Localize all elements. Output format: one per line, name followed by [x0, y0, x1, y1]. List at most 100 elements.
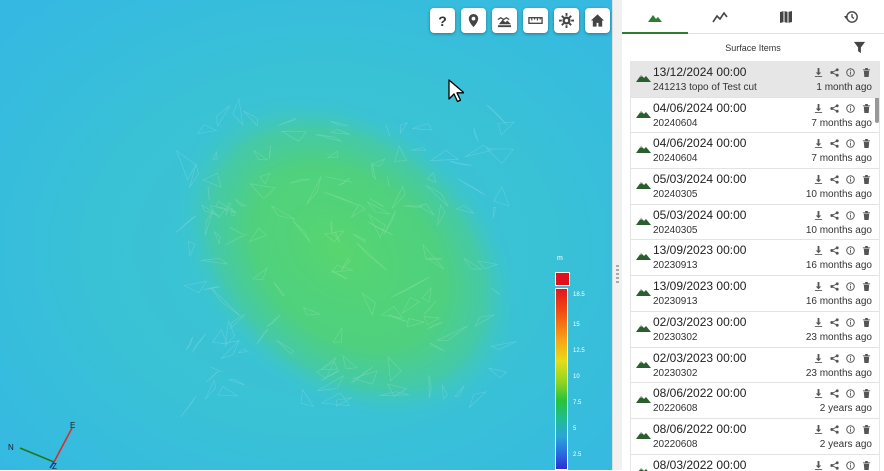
list-item[interactable]: 05/03/2024 00:00 20240305 10 months ago: [631, 205, 879, 241]
delete-icon[interactable]: [862, 246, 871, 255]
share-icon[interactable]: [830, 282, 839, 291]
info-icon[interactable]: [846, 389, 855, 398]
share-icon[interactable]: [830, 175, 839, 184]
terrain-facet: [181, 396, 196, 417]
item-date: 05/03/2024 00:00: [653, 172, 746, 186]
gear-icon: [559, 13, 574, 28]
tab-history[interactable]: [819, 0, 884, 33]
list-item[interactable]: 02/03/2023 00:00 20230302 23 months ago: [631, 348, 879, 384]
list-item[interactable]: 04/06/2024 00:00 20240604 7 months ago: [631, 98, 879, 134]
item-actions: [814, 425, 871, 434]
mountain-icon: [636, 286, 651, 296]
share-icon[interactable]: [830, 461, 839, 470]
panel-tabs: [622, 0, 884, 34]
delete-icon[interactable]: [862, 68, 871, 77]
download-icon[interactable]: [814, 246, 823, 255]
item-age: 23 months ago: [806, 332, 872, 343]
share-icon[interactable]: [830, 354, 839, 363]
share-icon[interactable]: [830, 139, 839, 148]
measure-button[interactable]: [523, 8, 548, 33]
item-actions: [814, 104, 871, 113]
terrain-facet: [193, 333, 206, 352]
mountain-icon: [647, 10, 663, 24]
share-icon[interactable]: [830, 425, 839, 434]
info-icon[interactable]: [846, 246, 855, 255]
legend-tick: 15: [573, 322, 580, 328]
info-icon[interactable]: [846, 211, 855, 220]
home-button[interactable]: [585, 8, 610, 33]
share-icon[interactable]: [830, 211, 839, 220]
list-item[interactable]: 13/09/2023 00:00 20230913 16 months ago: [631, 276, 879, 312]
download-icon[interactable]: [814, 211, 823, 220]
list-item[interactable]: 13/12/2024 00:00 241213 topo of Test cut…: [631, 62, 879, 98]
download-icon[interactable]: [814, 104, 823, 113]
download-icon[interactable]: [814, 389, 823, 398]
layers-button[interactable]: [492, 8, 517, 33]
download-icon[interactable]: [814, 461, 823, 470]
mountain-icon: [636, 393, 651, 403]
item-age: 23 months ago: [806, 368, 872, 379]
tab-profile[interactable]: [688, 0, 754, 33]
info-icon[interactable]: [846, 282, 855, 291]
delete-icon[interactable]: [862, 139, 871, 148]
delete-icon[interactable]: [862, 175, 871, 184]
info-icon[interactable]: [846, 104, 855, 113]
delete-icon[interactable]: [862, 389, 871, 398]
legend-unit: m: [557, 255, 563, 262]
map-toolbar: ?: [430, 8, 610, 33]
list-item[interactable]: 08/06/2022 00:00 20220608 2 years ago: [631, 383, 879, 419]
location-pin-icon: [466, 13, 481, 28]
delete-icon[interactable]: [862, 211, 871, 220]
share-icon[interactable]: [830, 389, 839, 398]
delete-icon[interactable]: [862, 318, 871, 327]
download-icon[interactable]: [814, 318, 823, 327]
list-item[interactable]: 08/03/2022 00:00: [631, 455, 879, 471]
share-icon[interactable]: [830, 318, 839, 327]
info-icon[interactable]: [846, 354, 855, 363]
list-item[interactable]: 04/06/2024 00:00 20240604 7 months ago: [631, 133, 879, 169]
share-icon[interactable]: [830, 246, 839, 255]
item-name: 241213 topo of Test cut: [653, 82, 757, 93]
delete-icon[interactable]: [862, 104, 871, 113]
list-item[interactable]: 05/03/2024 00:00 20240305 10 months ago: [631, 169, 879, 205]
item-actions: [814, 139, 871, 148]
delete-icon[interactable]: [862, 354, 871, 363]
download-icon[interactable]: [814, 425, 823, 434]
list-item[interactable]: 08/06/2022 00:00 20220608 2 years ago: [631, 419, 879, 455]
item-actions: [814, 318, 871, 327]
legend-color-bar: [555, 288, 568, 470]
item-age: 7 months ago: [811, 153, 872, 164]
splitter-grip[interactable]: [616, 265, 619, 283]
legend-tick: 10: [573, 374, 580, 380]
location-button[interactable]: [461, 8, 486, 33]
delete-icon[interactable]: [862, 425, 871, 434]
mountain-icon: [636, 215, 651, 225]
list-item[interactable]: 02/03/2023 00:00 20230302 23 months ago: [631, 312, 879, 348]
list-item[interactable]: 13/09/2023 00:00 20230913 16 months ago: [631, 240, 879, 276]
terrain-facet: [494, 187, 509, 207]
info-icon[interactable]: [846, 68, 855, 77]
map-viewport[interactable]: ? m 18.5 15 12.5 10 7.5 5 2.5: [0, 0, 612, 470]
item-name: 20240305: [653, 225, 698, 236]
download-icon[interactable]: [814, 68, 823, 77]
tab-map[interactable]: [753, 0, 819, 33]
tab-surfaces[interactable]: [622, 0, 688, 33]
surface-list[interactable]: 13/12/2024 00:00 241213 topo of Test cut…: [630, 61, 880, 471]
settings-button[interactable]: [554, 8, 579, 33]
share-icon[interactable]: [830, 104, 839, 113]
share-icon[interactable]: [830, 68, 839, 77]
download-icon[interactable]: [814, 139, 823, 148]
help-button[interactable]: ?: [430, 8, 455, 33]
delete-icon[interactable]: [862, 461, 871, 470]
item-actions: [814, 211, 871, 220]
download-icon[interactable]: [814, 354, 823, 363]
info-icon[interactable]: [846, 461, 855, 470]
filter-icon[interactable]: [853, 41, 866, 54]
download-icon[interactable]: [814, 282, 823, 291]
delete-icon[interactable]: [862, 282, 871, 291]
info-icon[interactable]: [846, 139, 855, 148]
info-icon[interactable]: [846, 175, 855, 184]
info-icon[interactable]: [846, 318, 855, 327]
info-icon[interactable]: [846, 425, 855, 434]
download-icon[interactable]: [814, 175, 823, 184]
